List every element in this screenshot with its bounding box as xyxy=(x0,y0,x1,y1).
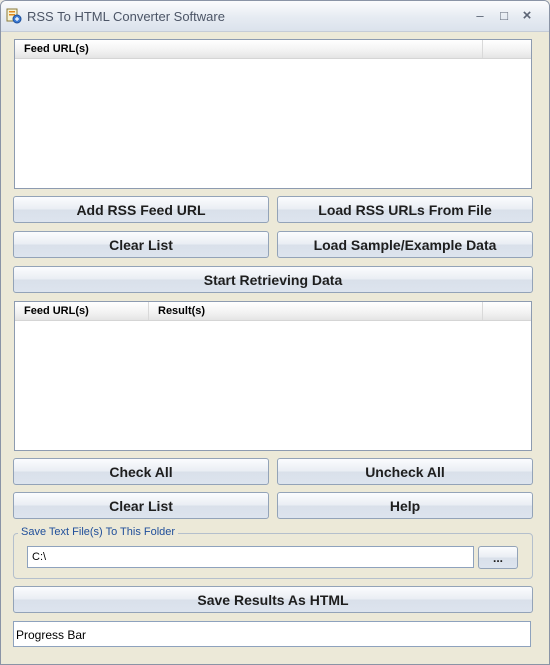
clear-list-results-button[interactable]: Clear List xyxy=(13,492,269,519)
help-button[interactable]: Help xyxy=(277,492,533,519)
window-title: RSS To HTML Converter Software xyxy=(27,9,225,24)
column-header-feed-url[interactable]: Feed URL(s) xyxy=(15,302,149,320)
app-window: RSS To HTML Converter Software – □ × Fee… xyxy=(0,0,550,665)
save-results-as-html-button[interactable]: Save Results As HTML xyxy=(13,586,533,613)
progress-bar: Progress Bar xyxy=(13,621,531,647)
check-all-button[interactable]: Check All xyxy=(13,458,269,485)
results-list[interactable]: Feed URL(s) Result(s) xyxy=(14,301,532,451)
load-rss-urls-from-file-button[interactable]: Load RSS URLs From File xyxy=(277,196,533,223)
uncheck-all-button[interactable]: Uncheck All xyxy=(277,458,533,485)
column-header-feed-url[interactable]: Feed URL(s) xyxy=(15,40,483,58)
app-icon xyxy=(6,8,22,24)
feed-list-header: Feed URL(s) xyxy=(15,40,531,59)
close-button[interactable]: × xyxy=(517,7,537,25)
add-rss-feed-url-button[interactable]: Add RSS Feed URL xyxy=(13,196,269,223)
browse-folder-button[interactable]: ... xyxy=(478,546,518,569)
minimize-button[interactable]: – xyxy=(470,7,490,25)
column-header-results[interactable]: Result(s) xyxy=(149,302,483,320)
save-folder-label: Save Text File(s) To This Folder xyxy=(18,526,179,538)
maximize-button[interactable]: □ xyxy=(494,7,514,25)
clear-list-button[interactable]: Clear List xyxy=(13,231,269,258)
feed-url-list[interactable]: Feed URL(s) xyxy=(14,39,532,189)
progress-bar-label: Progress Bar xyxy=(16,628,87,642)
results-list-header: Feed URL(s) Result(s) xyxy=(15,302,531,321)
save-folder-input[interactable]: C:\ xyxy=(27,546,474,568)
load-sample-data-button[interactable]: Load Sample/Example Data xyxy=(277,231,533,258)
start-retrieving-data-button[interactable]: Start Retrieving Data xyxy=(13,266,533,293)
title-bar[interactable]: RSS To HTML Converter Software – □ × xyxy=(1,1,549,32)
